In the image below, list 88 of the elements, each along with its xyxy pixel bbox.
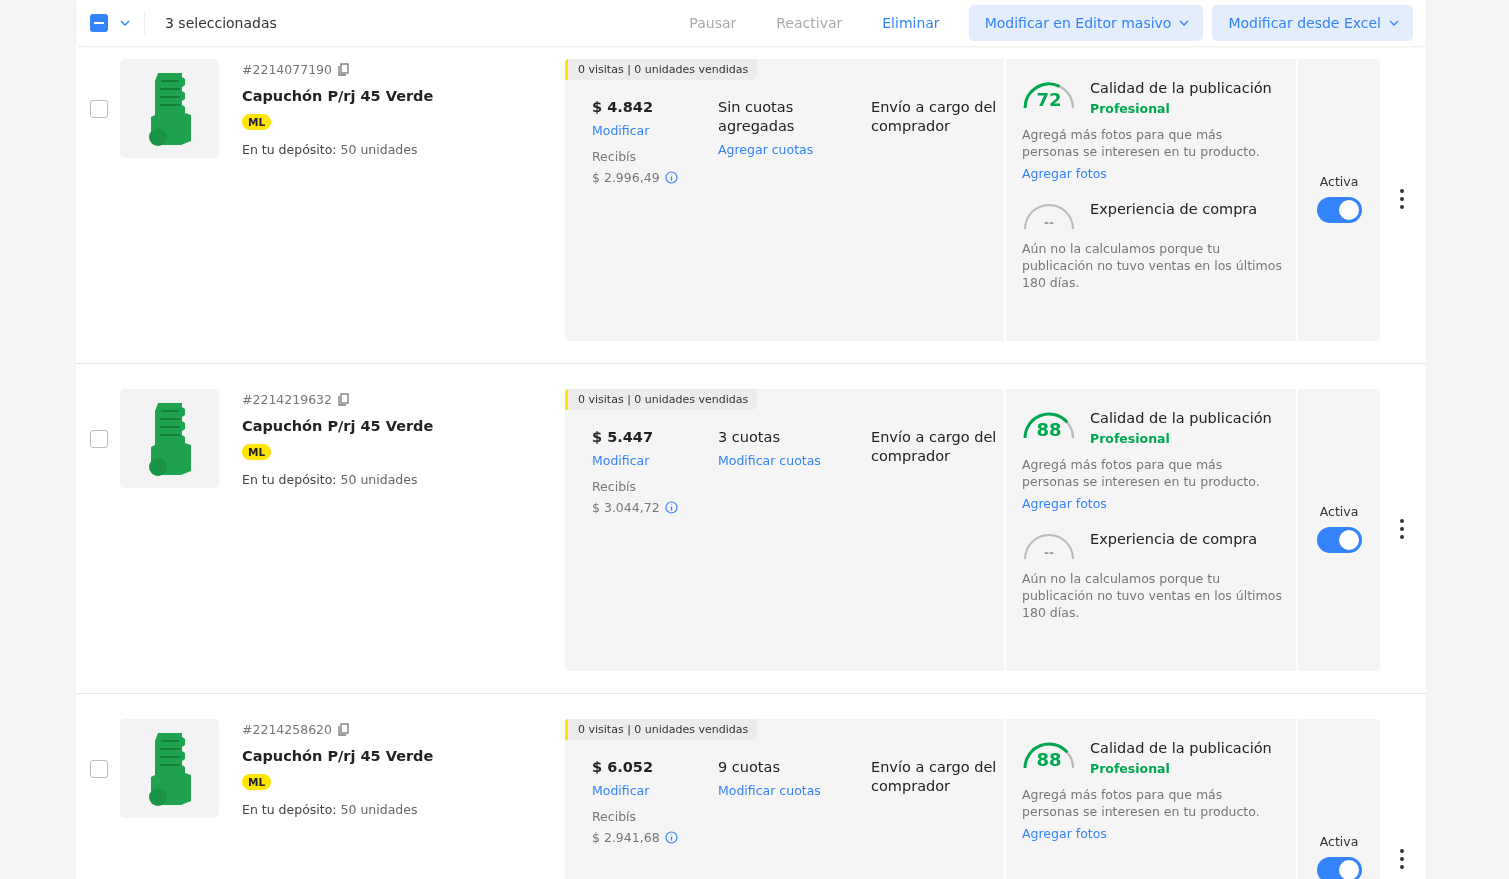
listing-title[interactable]: Capuchón P/rj 45 Verde — [242, 418, 434, 434]
gauge-remainder — [1066, 751, 1074, 769]
chevron-down-icon — [1389, 20, 1399, 26]
dropdown-button[interactable]: Modificar desde Excel — [1212, 5, 1413, 41]
experience-text: Aún no la calculamos porque tu publicación no tuvo ventas en los últimos 180 días. — [1022, 240, 1282, 291]
quality-title: Calidad de la publicación — [1090, 79, 1272, 98]
gauge-score: -- — [1044, 216, 1054, 230]
receive-label: Recibís — [592, 149, 637, 164]
gauge-score: 88 — [1036, 419, 1062, 439]
installments: 9 cuotas — [718, 758, 780, 777]
status-label: Activa — [1319, 504, 1359, 519]
add-photos-link[interactable]: Agregar fotos — [1022, 826, 1107, 841]
quality-tip: Agregá más fotos para que más personas se interesen en tu producto. — [1022, 126, 1261, 160]
quality-title: Calidad de la publicación — [1090, 409, 1272, 428]
stats-tag: 0 visitas | 0 unidades vendidas — [565, 719, 758, 740]
quality-grade: Profesional — [1090, 761, 1171, 776]
status-label: Activa — [1319, 174, 1359, 189]
quality-title: Calidad de la publicación — [1090, 739, 1272, 758]
receive-amount: $ 3.044,72 — [592, 500, 660, 515]
stock-text: En tu depósito: 50 unidades — [242, 802, 418, 817]
quality-grade: Profesional — [1090, 101, 1171, 116]
row-checkbox[interactable] — [90, 100, 108, 118]
copy-icon[interactable] — [337, 723, 349, 736]
status-toggle[interactable] — [1316, 857, 1362, 879]
gauge-score: 72 — [1036, 89, 1062, 109]
info-icon[interactable] — [664, 831, 678, 844]
chevron-down-icon[interactable] — [120, 20, 130, 26]
installments: Sin cuotas agregadas — [718, 98, 796, 136]
listing-title[interactable]: Capuchón P/rj 45 Verde — [242, 88, 434, 104]
more-options-icon[interactable] — [1400, 519, 1404, 539]
chevron-down-icon — [1179, 20, 1190, 26]
stats-tag: 0 visitas | 0 unidades vendidas — [565, 59, 758, 80]
price: $ 6.052 — [592, 758, 653, 777]
status-toggle[interactable] — [1316, 197, 1362, 223]
listing-badge: ML — [242, 114, 272, 130]
shipping: Envío a cargo del comprador — [871, 428, 998, 466]
installments-link[interactable]: Modificar cuotas — [718, 783, 821, 798]
listing-id: #2214219632 — [242, 392, 332, 407]
shipping: Envío a cargo del comprador — [871, 98, 998, 136]
receive-amount: $ 2.996,49 — [592, 170, 660, 185]
status-label: Activa — [1319, 834, 1359, 849]
action-button[interactable]: Eliminar — [862, 15, 960, 31]
stock-text: En tu depósito: 50 unidades — [242, 472, 418, 487]
gauge-remainder — [1066, 421, 1074, 439]
modify-price-link[interactable]: Modificar — [592, 453, 650, 468]
experience-title: Experiencia de compra — [1090, 200, 1258, 219]
add-photos-link[interactable]: Agregar fotos — [1022, 166, 1107, 181]
modify-price-link[interactable]: Modificar — [592, 783, 650, 798]
price: $ 5.447 — [592, 428, 653, 447]
selected-count: 3 seleccionadas — [165, 15, 278, 31]
stock-text: En tu depósito: 50 unidades — [242, 142, 418, 157]
receive-amount: $ 2.941,68 — [592, 830, 660, 845]
listing-id: #2214077190 — [242, 62, 332, 77]
row-checkbox[interactable] — [90, 430, 108, 448]
shipping: Envío a cargo del comprador — [871, 758, 998, 796]
gauge-track — [1024, 204, 1074, 230]
listing-id: #2214258620 — [242, 722, 332, 737]
row-checkbox[interactable] — [90, 760, 108, 778]
listing-badge: ML — [242, 444, 272, 460]
price: $ 4.842 — [592, 98, 653, 117]
listing-badge: ML — [242, 774, 272, 790]
dropdown-button[interactable]: Modificar en Editor masivo — [968, 5, 1204, 41]
receive-label: Recibís — [592, 479, 637, 494]
more-options-icon[interactable] — [1400, 189, 1404, 209]
more-options-icon[interactable] — [1400, 849, 1404, 869]
copy-icon[interactable] — [337, 63, 349, 76]
quality-tip: Agregá más fotos para que más personas se interesen en tu producto. — [1022, 456, 1261, 490]
gauge-score: 88 — [1036, 749, 1062, 769]
installments-link[interactable]: Agregar cuotas — [718, 142, 814, 157]
select-all-checkbox[interactable] — [90, 14, 108, 32]
add-photos-link[interactable]: Agregar fotos — [1022, 496, 1107, 511]
modify-price-link[interactable]: Modificar — [592, 123, 650, 138]
copy-icon[interactable] — [337, 393, 349, 406]
quality-tip: Agregá más fotos para que más personas se interesen en tu producto. — [1022, 786, 1261, 820]
experience-title: Experiencia de compra — [1090, 530, 1258, 549]
receive-label: Recibís — [592, 809, 637, 824]
gauge-remainder — [1058, 85, 1074, 109]
info-icon[interactable] — [664, 501, 678, 514]
experience-text: Aún no la calculamos porque tu publicación no tuvo ventas en los últimos 180 días. — [1022, 570, 1282, 621]
listing-title[interactable]: Capuchón P/rj 45 Verde — [242, 748, 434, 764]
installments: 3 cuotas — [718, 428, 780, 447]
status-toggle[interactable] — [1316, 527, 1362, 553]
gauge-score: -- — [1044, 546, 1054, 560]
info-icon[interactable] — [664, 171, 678, 184]
gauge-track — [1024, 534, 1074, 560]
quality-grade: Profesional — [1090, 431, 1171, 446]
installments-link[interactable]: Modificar cuotas — [718, 453, 821, 468]
stats-tag: 0 visitas | 0 unidades vendidas — [565, 389, 758, 410]
